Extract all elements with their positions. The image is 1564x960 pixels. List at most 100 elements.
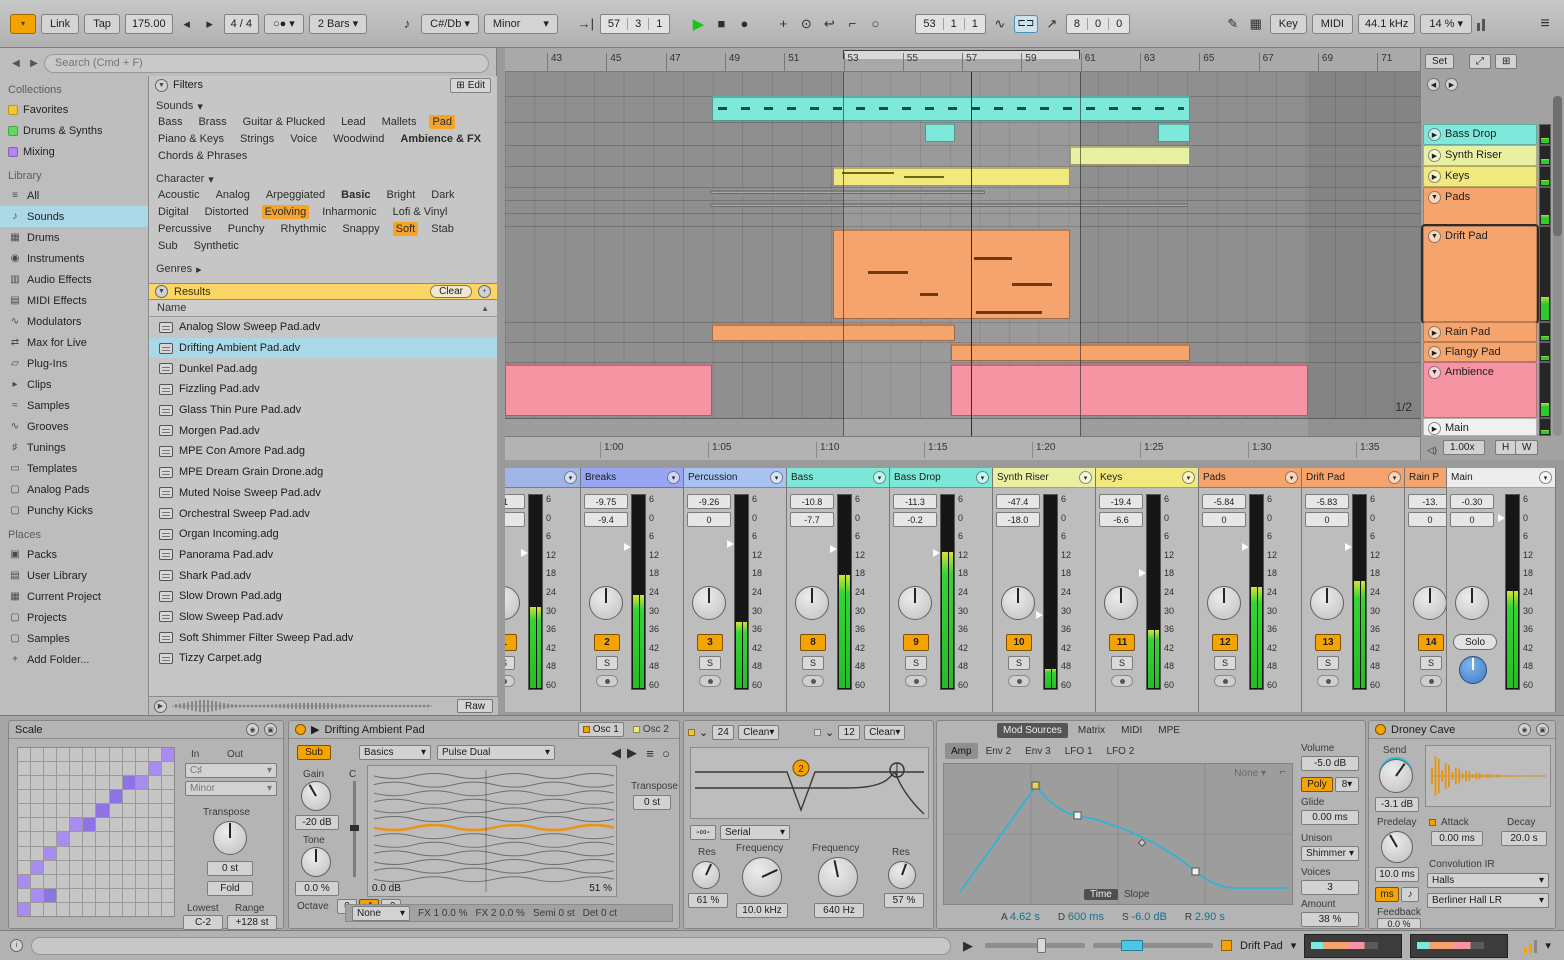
sidebar-item-samples[interactable]: ▢ Samples [0,628,148,649]
automation-arm-icon[interactable]: ⊙ [797,14,815,34]
scale-cell[interactable] [83,790,96,804]
scale-cell[interactable] [109,846,122,860]
scale-cell[interactable] [44,818,57,832]
channel-header[interactable]: Bass ▾ [787,468,889,488]
scale-cell[interactable] [44,748,57,762]
result-item-dunkel-pad-adg[interactable]: Dunkel Pad.adg [149,358,497,379]
scale-cell[interactable] [148,874,161,888]
solo-button[interactable]: S [699,656,721,670]
filter-tag-punchy[interactable]: Punchy [225,222,268,236]
scroll-right-icon[interactable]: ▶ [1445,78,1458,91]
wavetable-next-icon[interactable]: ▶ [623,743,641,763]
scale-cell[interactable] [135,902,148,916]
filter-tag-digital[interactable]: Digital [155,205,192,219]
mixer-channel-ms[interactable]: ms▾311S6061218243036424860 [505,468,581,712]
scale-cell[interactable] [109,874,122,888]
gain-reduction-value[interactable] [505,512,525,527]
volume-value[interactable]: -10.8 [790,494,834,509]
volume-value[interactable]: -5.0 dB [1301,756,1359,771]
scale-cell[interactable] [57,776,70,790]
scale-cell[interactable] [83,832,96,846]
scale-cell[interactable] [96,846,109,860]
scale-cell[interactable] [70,748,83,762]
filter-tag-synthetic[interactable]: Synthetic [191,239,242,253]
channel-header[interactable]: Bass Drop ▾ [890,468,992,488]
expand-tracks-icon[interactable]: ⤢ [1469,54,1491,69]
gain-knob[interactable] [301,781,331,811]
slider-handle[interactable] [1037,938,1046,953]
scale-cell[interactable] [31,888,44,902]
mixer-channel-main[interactable]: Main ▾ -0.30 0 Solo 6 0 6 12 18 24 30 36 42 48 60 [1447,468,1556,712]
clip[interactable] [505,364,712,416]
time-toggle[interactable]: Time [1084,889,1118,900]
hamburger-menu-icon[interactable]: ≡ [1536,14,1554,34]
track-header-flangy-pad[interactable]: ▶ Flangy Pad [1423,342,1537,362]
scale-cell[interactable] [109,832,122,846]
pan-knob[interactable] [898,586,932,620]
filter-tag-guitar-plucked[interactable]: Guitar & Plucked [240,115,329,129]
collapse-closed-icon[interactable]: ▶ [1428,422,1441,435]
sidebar-item-punchy-kicks[interactable]: ▢ Punchy Kicks [0,500,148,521]
solo-button[interactable]: S [802,656,824,670]
scale-cell[interactable] [109,804,122,818]
scale-cell[interactable] [161,874,174,888]
track-header-main[interactable]: ▶ Main [1423,418,1537,436]
track-header-synth-riser[interactable]: ▶ Synth Riser [1423,145,1537,166]
wavetable-category-select[interactable]: Basics ▾ [359,745,431,760]
scale-cell[interactable] [31,874,44,888]
filter-tag-basic[interactable]: Basic [338,188,373,202]
clip[interactable] [712,96,1190,121]
filter-tag-lofi-vinyl[interactable]: Lofi & Vinyl [390,205,451,219]
filter-tag-inharmonic[interactable]: Inharmonic [319,205,379,219]
scale-cell[interactable] [122,762,135,776]
scale-cell[interactable] [122,776,135,790]
scale-cell[interactable] [57,748,70,762]
sidebar-item-modulators[interactable]: ∿ Modulators [0,311,148,332]
chevron-down-icon[interactable]: ▾ [1545,939,1551,952]
track-activator-number[interactable]: 10 [1006,634,1032,651]
track-header-keys[interactable]: ▶ Keys [1423,166,1537,187]
solo-button[interactable]: S [505,656,515,670]
result-item-drifting-ambient-pad-adv[interactable]: Drifting Ambient Pad.adv [149,337,497,359]
gain-reduction-value[interactable]: -6.6 [1099,512,1143,527]
results-collapse-icon[interactable]: ▼ [155,285,168,298]
browser-back-icon[interactable]: ◀ [8,55,24,71]
scale-cell[interactable] [96,888,109,902]
volume-value[interactable]: -9.75 [584,494,628,509]
send-knob[interactable] [1379,759,1413,793]
ir-category-select[interactable]: Halls ▾ [1427,873,1549,888]
tab-lfo-2[interactable]: LFO 2 [1101,743,1141,759]
filter-group-genres[interactable]: Genres ▸ [149,261,497,277]
midi-map-button[interactable]: MIDI [1311,13,1353,34]
tap-tempo-button[interactable]: Tap [84,13,120,34]
poly-button[interactable]: Poly [1301,777,1333,792]
scale-cell[interactable] [44,874,57,888]
filter-tag-pad[interactable]: Pad [429,115,456,129]
channel-fold-icon[interactable]: ▾ [873,471,886,484]
results-sort-header[interactable]: Name ▲ [149,300,497,317]
scale-cell[interactable] [31,804,44,818]
scale-cell[interactable] [148,818,161,832]
collapse-closed-icon[interactable]: ▶ [1428,346,1441,359]
track-activator-number[interactable]: 8 [800,634,826,651]
collapse-closed-icon[interactable]: ▶ [1428,128,1441,141]
arrangement-overview-thumbnail-2[interactable] [1410,933,1509,958]
monitor-icon[interactable] [1317,675,1339,687]
adsr-d[interactable]: D 600 ms [1058,911,1104,923]
clip[interactable] [710,203,1188,207]
filter-tag-rhythmic[interactable]: Rhythmic [278,222,330,236]
sidebar-item-packs[interactable]: ▣ Packs [0,544,148,565]
scale-cell[interactable] [44,790,57,804]
time-signature-field[interactable]: 4 / 4 [223,13,259,34]
add-filter-icon[interactable]: + [478,285,491,298]
semi-value[interactable]: Semi 0 st [533,908,575,919]
gain-reduction-value[interactable]: -0.2 [893,512,937,527]
slider-range-handle[interactable] [1121,940,1143,951]
filter-tag-mallets[interactable]: Mallets [379,115,420,129]
scale-cell[interactable] [44,888,57,902]
channel-header[interactable]: Breaks ▾ [581,468,683,488]
scale-cell[interactable] [96,790,109,804]
sidebar-item-templates[interactable]: ▭ Templates [0,458,148,479]
scale-cell[interactable] [18,832,31,846]
preview-play-icon[interactable]: ▶ [154,699,167,713]
